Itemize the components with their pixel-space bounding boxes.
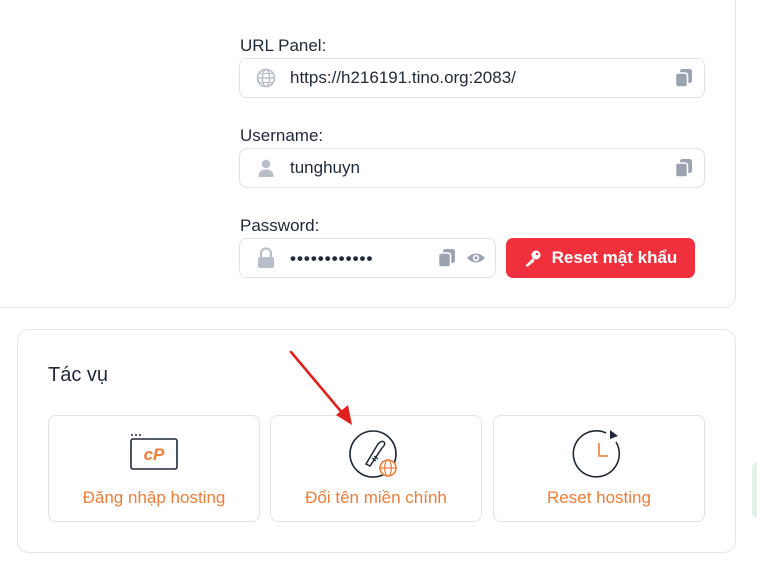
cpanel-icon: cP (129, 430, 179, 470)
reset-password-label: Reset mật khẩu (551, 248, 678, 267)
key-icon (524, 249, 542, 267)
task-label: Reset hosting (547, 488, 651, 507)
password-field[interactable]: •••••••••••• (239, 238, 496, 278)
copy-icon[interactable] (436, 247, 458, 269)
svg-text:cP: cP (144, 445, 165, 464)
user-icon (256, 158, 276, 178)
copy-icon[interactable] (673, 67, 695, 89)
tasks-title: Tác vụ (48, 364, 109, 386)
task-label: Đăng nhập hosting (82, 488, 226, 507)
eye-icon[interactable] (466, 250, 486, 266)
reset-clock-icon (572, 430, 626, 480)
password-label: Password: (240, 216, 320, 235)
task-change-main-domain[interactable]: Đổi tên miền chính (270, 415, 482, 522)
rocket-globe-icon (348, 430, 404, 480)
reset-password-button[interactable]: Reset mật khẩu (506, 238, 695, 278)
password-value: •••••••••••• (290, 249, 374, 268)
task-reset-hosting[interactable]: Reset hosting (493, 415, 705, 522)
annotation-arrow-icon (289, 350, 352, 425)
url-panel-value: https://h216191.tino.org:2083/ (290, 68, 516, 87)
username-value: tunghuyn (290, 158, 360, 177)
globe-icon (256, 68, 276, 88)
url-panel-field[interactable]: https://h216191.tino.org:2083/ (239, 58, 705, 98)
lock-icon (256, 247, 276, 269)
task-label: Đổi tên miền chính (305, 488, 447, 507)
task-login-hosting[interactable]: cP Đăng nhập hosting (48, 415, 260, 522)
username-label: Username: (240, 126, 324, 145)
copy-icon[interactable] (673, 157, 695, 179)
username-field[interactable]: tunghuyn (239, 148, 705, 188)
url-panel-label: URL Panel: (240, 36, 327, 55)
side-widget-edge[interactable] (752, 462, 757, 518)
